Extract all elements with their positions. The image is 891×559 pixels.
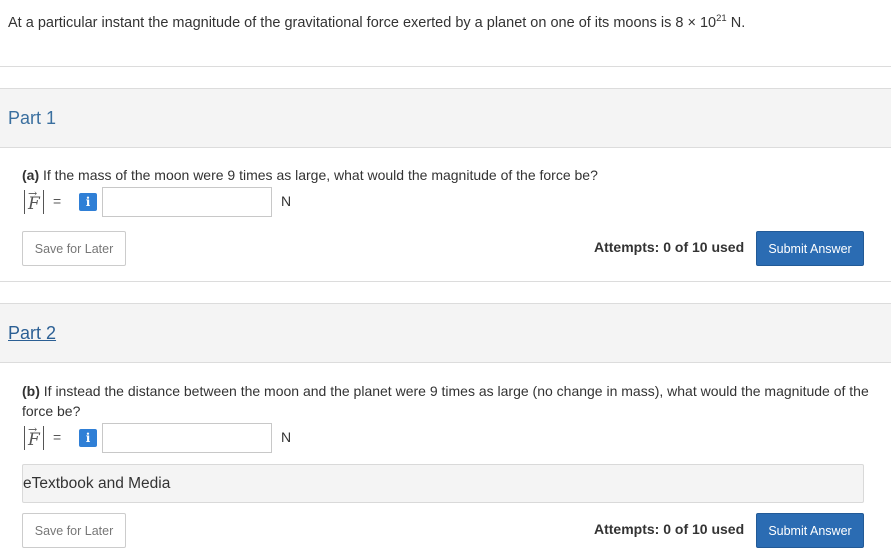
divider <box>0 66 891 67</box>
problem-unit-text: N. <box>726 15 746 31</box>
equals-sign: = <box>53 429 62 445</box>
part-1-submit-answer-button[interactable]: Submit Answer <box>756 231 864 266</box>
etextbook-label[interactable]: eTextbook and Media <box>23 475 170 493</box>
divider <box>0 281 891 282</box>
question-prefix: (a) <box>22 167 40 183</box>
part-1-attempts: Attempts: 0 of 10 used <box>594 239 745 255</box>
question-prefix: (b) <box>22 383 40 399</box>
part-1-title: Part 1 <box>8 108 57 128</box>
part-1-header: Part 1 <box>0 88 891 148</box>
part-1-answer-row: → F = i N <box>22 187 322 217</box>
part-2-submit-answer-button[interactable]: Submit Answer <box>756 513 864 548</box>
problem-exponent: 21 <box>716 13 727 24</box>
part-2-answer-row: → F = i N <box>22 423 322 453</box>
part-1-question: (a) If the mass of the moon were 9 times… <box>22 165 872 185</box>
part-2-save-for-later-button[interactable]: Save for Later <box>22 513 126 548</box>
part-2-header: Part 2 <box>0 303 891 363</box>
problem-text: At a particular instant the magnitude of… <box>8 15 717 31</box>
force-vector-magnitude-symbol: → F <box>22 187 48 217</box>
part-1-answer-input[interactable] <box>102 187 272 217</box>
force-symbol: F <box>28 430 40 450</box>
part-2-attempts: Attempts: 0 of 10 used <box>594 521 745 537</box>
part-2-title-link[interactable]: Part 2 <box>8 323 56 344</box>
unit-label: N <box>281 193 292 209</box>
info-icon[interactable]: i <box>79 193 97 211</box>
info-button[interactable]: i <box>78 423 98 453</box>
problem-statement: At a particular instant the magnitude of… <box>8 13 745 31</box>
part-1-save-for-later-button[interactable]: Save for Later <box>22 231 126 266</box>
force-vector-magnitude-symbol: → F <box>22 423 48 453</box>
question-text: If the mass of the moon were 9 times as … <box>39 167 598 183</box>
force-symbol: F <box>28 194 40 214</box>
part-2-answer-input[interactable] <box>102 423 272 453</box>
part-2-question: (b) If instead the distance between the … <box>22 381 872 421</box>
info-icon[interactable]: i <box>79 429 97 447</box>
info-button[interactable]: i <box>78 187 98 217</box>
unit-label: N <box>281 429 292 445</box>
etextbook-and-media-panel[interactable]: eTextbook and Media <box>22 464 864 503</box>
equals-sign: = <box>53 193 62 209</box>
question-text: If instead the distance between the moon… <box>22 383 869 419</box>
